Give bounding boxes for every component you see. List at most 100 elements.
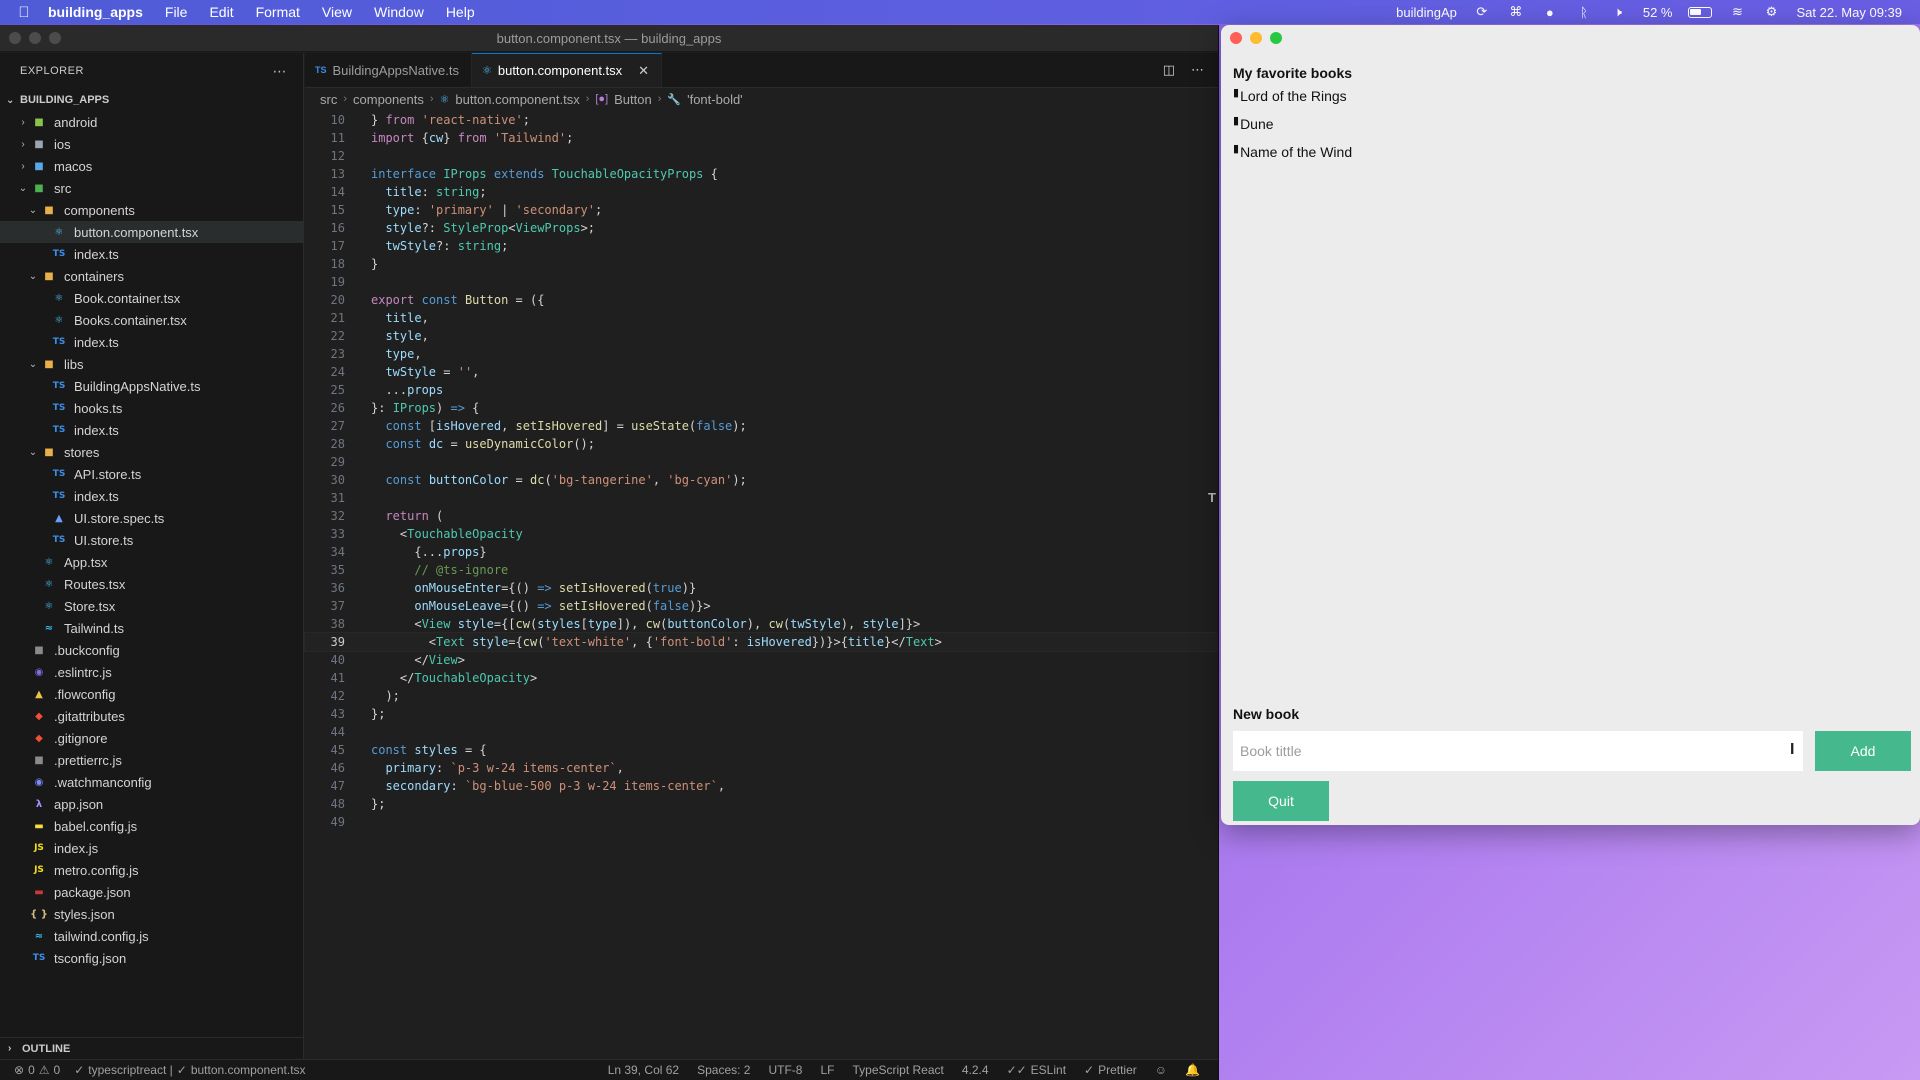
code-line[interactable]: 43}; (305, 705, 1218, 723)
code-line[interactable]: 48}; (305, 795, 1218, 813)
problems-indicator[interactable]: ⊗ 0 ⚠ 0 (14, 1063, 60, 1077)
tree-item[interactable]: ⚛ Store.tsx (0, 595, 303, 617)
tab-buildingappsnative[interactable]: TS BuildingAppsNative.ts (305, 53, 472, 87)
menu-window[interactable]: Window (374, 4, 424, 20)
eol-status[interactable]: LF (820, 1063, 834, 1077)
feedback-icon[interactable]: ☺ (1155, 1063, 1167, 1077)
tree-item[interactable]: ⌄ ■ containers (0, 265, 303, 287)
code-line[interactable]: 42 ); (305, 687, 1218, 705)
tab-button-component[interactable]: ⚛ button.component.tsx ✕ (471, 53, 663, 87)
breadcrumb-item[interactable]: 'font-bold' (687, 92, 743, 107)
add-button[interactable]: Add (1815, 731, 1911, 771)
workspace-root[interactable]: ⌄ BUILDING_APPS (0, 89, 303, 111)
code-line[interactable]: 11 import {cw} from 'Tailwind'; (305, 129, 1218, 147)
code-line[interactable]: 16 style?: StyleProp<ViewProps>; (305, 219, 1218, 237)
tree-item[interactable]: TS hooks.ts (0, 397, 303, 419)
apple-icon[interactable]:  (0, 4, 48, 21)
code-line[interactable]: 33 <TouchableOpacity (305, 525, 1218, 543)
zoom-window-button[interactable] (1270, 32, 1282, 44)
tree-item[interactable]: ⚛ Book.container.tsx (0, 287, 303, 309)
code-line[interactable]: 27 const [isHovered, setIsHovered] = use… (305, 417, 1218, 435)
code-line[interactable]: 10} from 'react-native'; (305, 111, 1218, 129)
tree-item[interactable]: TS index.ts (0, 419, 303, 441)
more-actions-icon[interactable]: ⋯ (1191, 62, 1204, 78)
volume-icon[interactable]: 🕨 (1609, 4, 1627, 20)
tree-item[interactable]: ⌄ ■ libs (0, 353, 303, 375)
control-center-icon[interactable]: ⚙ (1762, 4, 1780, 20)
code-line[interactable]: 21 title, (305, 309, 1218, 327)
tree-item[interactable]: ⌄ ■ components (0, 199, 303, 221)
language-status[interactable]: ✓ typescriptreact | ✓ button.component.t… (74, 1063, 305, 1077)
menu-format[interactable]: Format (256, 4, 300, 20)
code-line[interactable]: 23 type, (305, 345, 1218, 363)
indentation-status[interactable]: Spaces: 2 (697, 1063, 750, 1077)
tree-item[interactable]: ⌄ ■ stores (0, 441, 303, 463)
code-line[interactable]: 14 title: string; (305, 183, 1218, 201)
code-line[interactable]: 22 style, (305, 327, 1218, 345)
tree-item[interactable]: ◉ .eslintrc.js (0, 661, 303, 683)
tree-item[interactable]: ≈ Tailwind.ts (0, 617, 303, 639)
tree-item[interactable]: › ■ macos (0, 155, 303, 177)
tree-item[interactable]: ⚛ App.tsx (0, 551, 303, 573)
breadcrumb-item[interactable]: Button (614, 92, 652, 107)
tree-item[interactable]: ■ .prettierrc.js (0, 749, 303, 771)
code-line[interactable]: 15 type: 'primary' | 'secondary'; (305, 201, 1218, 219)
tree-item[interactable]: ▬ babel.config.js (0, 815, 303, 837)
menu-edit[interactable]: Edit (209, 4, 233, 20)
prettier-status[interactable]: ✓ Prettier (1084, 1063, 1137, 1077)
tree-item[interactable]: › ■ android (0, 111, 303, 133)
color-dots-icon[interactable]: ● (1541, 5, 1559, 20)
tree-item[interactable]: ▲ .flowconfig (0, 683, 303, 705)
book-title-input[interactable] (1233, 731, 1803, 771)
outline-section[interactable]: › OUTLINE (0, 1037, 303, 1059)
menubar-clock[interactable]: Sat 22. May 09:39 (1796, 5, 1902, 20)
tree-item[interactable]: TS API.store.ts (0, 463, 303, 485)
tree-item[interactable]: TS BuildingAppsNative.ts (0, 375, 303, 397)
menubar-app-name[interactable]: building_apps (48, 4, 143, 20)
code-line[interactable]: 24 twStyle = '', (305, 363, 1218, 381)
code-line[interactable]: 45 const styles = { (305, 741, 1218, 759)
tree-item[interactable]: JS metro.config.js (0, 859, 303, 881)
bell-icon[interactable]: 🔔 (1185, 1063, 1200, 1077)
code-line[interactable]: 46 primary: `p-3 w-24 items-center`, (305, 759, 1218, 777)
code-line[interactable]: 12 (305, 147, 1218, 165)
code-line[interactable]: 38 <View style={[cw(styles[type]), cw(bu… (305, 615, 1218, 633)
tree-item[interactable]: › ■ ios (0, 133, 303, 155)
tree-item[interactable]: TS index.ts (0, 331, 303, 353)
cursor-position[interactable]: Ln 39, Col 62 (608, 1063, 679, 1077)
code-line[interactable]: 41 </TouchableOpacity> (305, 669, 1218, 687)
code-line[interactable]: 26}: IProps) => { (305, 399, 1218, 417)
code-line[interactable]: 32 return ( (305, 507, 1218, 525)
code-line[interactable]: 18} (305, 255, 1218, 273)
code-line[interactable]: 30 const buttonColor = dc('bg-tangerine'… (305, 471, 1218, 489)
split-editor-icon[interactable]: ◫ (1163, 62, 1175, 78)
tree-item[interactable]: ▬ package.json (0, 881, 303, 903)
breadcrumb-item[interactable]: components (353, 92, 424, 107)
close-window-button[interactable] (1230, 32, 1242, 44)
code-line[interactable]: 40 </View> (305, 651, 1218, 669)
tree-item[interactable]: TS index.ts (0, 485, 303, 507)
tray-app-name[interactable]: buildingAp (1396, 5, 1457, 20)
code-editor[interactable]: 10} from 'react-native'; 11 import {cw} fr… (304, 111, 1218, 1059)
menu-file[interactable]: File (165, 4, 188, 20)
minimize-window-button[interactable] (1250, 32, 1262, 44)
tree-item[interactable]: TS UI.store.ts (0, 529, 303, 551)
tree-item[interactable]: ⚛ button.component.tsx (0, 221, 303, 243)
code-line[interactable]: 25 ...props (305, 381, 1218, 399)
code-line[interactable]: 31 (305, 489, 1218, 507)
quit-button[interactable]: Quit (1233, 781, 1329, 821)
tree-item[interactable]: { } styles.json (0, 903, 303, 925)
code-line[interactable]: 47 secondary: `bg-blue-500 p-3 w-24 item… (305, 777, 1218, 795)
command-icon[interactable]: ⌘ (1507, 4, 1525, 20)
tree-item[interactable]: ⌄ ■ src (0, 177, 303, 199)
breadcrumb-item[interactable]: button.component.tsx (455, 92, 579, 107)
wifi-icon[interactable]: ≋ (1728, 4, 1746, 20)
menu-help[interactable]: Help (446, 4, 475, 20)
code-line[interactable]: 29 (305, 453, 1218, 471)
code-line[interactable]: 19 (305, 273, 1218, 291)
code-line[interactable]: 34 {...props} (305, 543, 1218, 561)
encoding-status[interactable]: UTF-8 (768, 1063, 802, 1077)
tree-item[interactable]: TS tsconfig.json (0, 947, 303, 969)
tree-item[interactable]: JS index.js (0, 837, 303, 859)
code-line[interactable]: 17 twStyle?: string; (305, 237, 1218, 255)
